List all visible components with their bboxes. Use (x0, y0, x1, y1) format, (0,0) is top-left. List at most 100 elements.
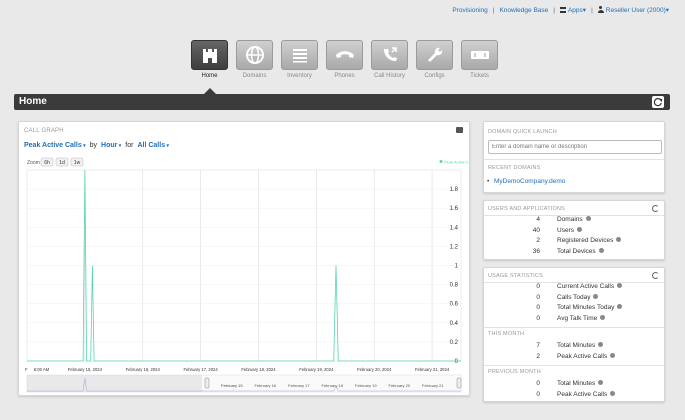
tile-label: Home (201, 73, 218, 79)
stat-row-current-active-calls: 0 Current Active Calls (484, 283, 666, 293)
recent-domains-header: RECENT DOMAINS (488, 165, 541, 171)
stat-label: Total Minutes (557, 380, 604, 387)
usage-statistics-panel: USAGE STATISTICS 0 Current Active Calls 0… (483, 267, 665, 402)
info-icon[interactable] (600, 314, 606, 320)
stat-label-text: Total Devices (557, 247, 596, 255)
y-tick-label: 0.8 (450, 283, 459, 289)
nav-separator: | (553, 6, 555, 14)
call-graph-panel: CALL GRAPH Peak Active Calls by Hour for… (18, 121, 470, 396)
info-icon[interactable] (598, 342, 604, 347)
navigator-handle-left[interactable] (204, 377, 210, 389)
usage-statistics-header: USAGE STATISTICS (488, 273, 543, 279)
stat-row-total-devices: 36 Total Devices (484, 247, 666, 258)
info-icon[interactable] (598, 247, 604, 253)
stat-row-this-month-peak-active-calls: 2 Peak Active Calls (484, 352, 666, 363)
y-tick-label: 1.6 (450, 206, 459, 212)
stat-value: 0 (536, 390, 540, 398)
chevron-down-icon: ▾ (665, 7, 669, 14)
user-menu[interactable]: Reseller User (2000)▾ (597, 6, 669, 14)
info-icon[interactable] (598, 380, 604, 385)
tile-call-history[interactable]: Call History (371, 40, 408, 79)
zoom-label: Zoom (27, 160, 40, 166)
tile-configs[interactable]: Configs (416, 40, 453, 79)
x-tick-label: F (25, 367, 28, 372)
tile-box (461, 40, 498, 70)
x-tick-label: February 16, 2024 (126, 367, 161, 372)
tile-tickets[interactable]: Tickets (461, 40, 498, 79)
navigator-label: February 18 (322, 383, 344, 388)
provisioning-link[interactable]: Provisioning (452, 7, 487, 14)
info-icon[interactable] (585, 216, 591, 221)
zoom-1d-label: 1d (59, 160, 65, 166)
tile-phones[interactable]: Phones (326, 40, 363, 79)
page-title: Home (19, 96, 47, 107)
stat-value: 2 (536, 352, 540, 360)
stat-label: Registered Devices (557, 237, 622, 244)
info-icon[interactable] (617, 283, 623, 288)
apps-menu[interactable]: Apps▾ (559, 6, 587, 14)
page-title-bar: Home (14, 94, 670, 110)
domain-search-input[interactable] (488, 140, 662, 154)
print-icon[interactable] (456, 127, 463, 133)
metric-dropdown[interactable]: Peak Active Calls (24, 142, 86, 149)
refresh-button[interactable] (652, 96, 664, 108)
stat-label-text: Users (557, 226, 574, 234)
info-icon[interactable] (576, 226, 582, 232)
navigator-mask (27, 375, 202, 392)
tile-box (281, 40, 318, 70)
stat-row-calls-today: 0 Calls Today (484, 293, 666, 304)
info-icon[interactable] (616, 237, 622, 242)
stat-label: Total Devices (557, 247, 604, 255)
refresh-icon[interactable] (652, 205, 659, 212)
refresh-icon[interactable] (652, 272, 659, 279)
stat-row-domains: 4 Domains (484, 216, 666, 226)
wrench-icon (427, 47, 442, 62)
y-tick-label: 1.4 (450, 225, 459, 231)
stat-label: Current Active Calls (557, 283, 623, 290)
zoom-6h-label: 6h (44, 160, 50, 166)
chevron-down-icon: ▾ (582, 7, 587, 14)
info-icon[interactable] (593, 293, 599, 299)
tile-box (326, 40, 363, 70)
tile-box (371, 40, 408, 70)
stat-value: 0 (536, 283, 540, 290)
castle-icon (202, 49, 217, 63)
tile-label: Domains (242, 73, 267, 79)
previous-month-header: PREVIOUS MONTH (488, 369, 541, 375)
x-tick-label: February 21, 2024 (415, 367, 450, 372)
y-tick-label: 1.8 (450, 187, 459, 193)
x-tick-label: February 17, 2024 (183, 367, 218, 372)
tile-domains[interactable]: Domains (236, 40, 273, 79)
interval-dropdown[interactable]: Hour (101, 142, 121, 149)
zoom-1w-label: 1w (74, 160, 81, 166)
user-icon (597, 6, 604, 13)
stat-value: 0 (536, 380, 540, 387)
info-icon[interactable] (610, 352, 616, 358)
navigator-handle-right[interactable] (456, 377, 462, 389)
stat-row-prev-month-peak-active-calls: 0 Peak Active Calls (484, 390, 666, 401)
main-menu-tiles: Home Domains Inventory Phones Call Histo… (191, 40, 498, 79)
stat-label: Calls Today (557, 293, 599, 301)
scope-dropdown[interactable]: All Calls (137, 142, 169, 149)
navigator-label: February 17 (288, 383, 310, 388)
navigator-label: February 19 (355, 383, 377, 388)
info-icon[interactable] (617, 304, 623, 309)
stat-value: 7 (536, 342, 540, 349)
stat-value: 0 (536, 304, 540, 311)
tile-box (191, 40, 228, 70)
knowledge-base-link[interactable]: Knowledge Base (499, 7, 548, 14)
user-menu-label: Reseller User (2000) (605, 7, 666, 14)
y-tick-label: 0.2 (450, 340, 459, 346)
list-icon (292, 49, 307, 63)
tile-inventory[interactable]: Inventory (281, 40, 318, 79)
divider (484, 159, 664, 160)
recent-domain-link[interactable]: MyDemoCompany.demo (487, 178, 565, 185)
call-graph-controls: Peak Active Calls by Hour for All Calls (24, 142, 169, 149)
info-icon[interactable] (610, 390, 616, 396)
stat-value: 4 (536, 216, 540, 223)
tile-home[interactable]: Home (191, 40, 228, 79)
users-applications-panel: USERS AND APPLICATIONS 4 Domains 40 Users … (483, 200, 665, 260)
x-tick-label: 6:00 AM (34, 367, 50, 372)
stat-label-text: Total Minutes (557, 342, 596, 349)
stat-label: Users (557, 226, 582, 234)
